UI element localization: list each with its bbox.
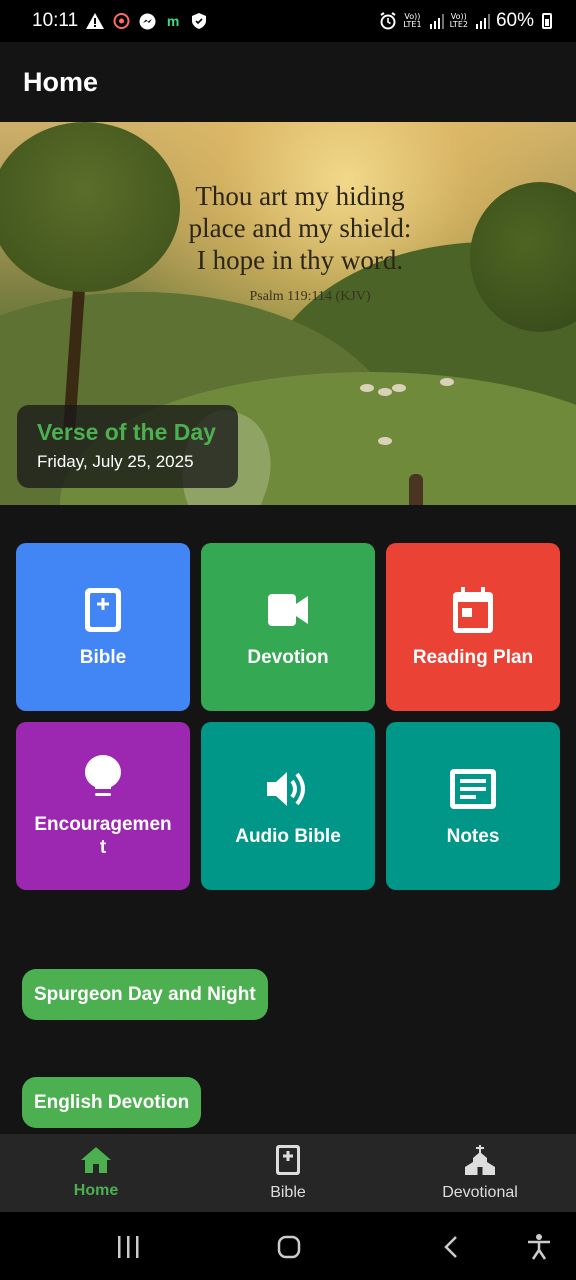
calendar-icon [449,586,497,634]
tile-label: Bible [79,646,127,668]
verse-of-the-day-card: Verse of the Day Friday, July 25, 2025 [17,405,238,488]
church-icon [465,1144,495,1180]
encouragement-tile[interactable]: Encouragement [16,722,190,890]
signal-lte1-icon: Vo)) LTE1 [403,12,422,29]
battery-icon [542,13,552,29]
sheep [440,378,454,386]
votd-date: Friday, July 25, 2025 [37,452,194,471]
tile-label: Encouragement [34,814,172,858]
verse-line: I hope in thy word. [196,245,404,275]
alarm-icon [379,12,397,30]
accessibility-icon[interactable] [526,1234,552,1260]
page-title: Home [23,66,99,97]
devotion-tile[interactable]: Devotion [201,543,375,711]
notes-tile[interactable]: Notes [386,722,560,890]
video-icon [264,586,312,634]
votd-title: Verse of the Day [37,419,216,445]
nav-label: Devotional [442,1183,518,1201]
sheep [392,384,406,392]
nav-item-devotional[interactable]: Devotional [384,1134,576,1212]
verse-of-the-day-banner[interactable]: Thou art my hiding place and my shield: … [0,122,576,505]
verse-text: Thou art my hiding place and my shield: … [150,180,450,276]
app-bar: Home [0,42,576,122]
spurgeon-day-night-button[interactable]: Spurgeon Day and Night [22,969,268,1020]
nav-label: Home [73,1181,119,1199]
sheep [378,388,392,396]
verse-reference: Psalm 119:114 (KJV) [249,289,371,304]
chat-icon [112,12,130,30]
status-time: 10:11 [32,10,79,31]
shepherd-figure [409,474,423,505]
home-button-icon[interactable] [276,1234,302,1260]
status-bar: 10:11 m Vo)) LTE1 Vo)) LTE2 60% [0,0,576,42]
back-icon[interactable] [438,1234,464,1260]
warning-icon [86,12,105,30]
battery-percent: 60% [495,10,534,31]
sheep [378,437,392,445]
shield-icon [190,12,208,30]
bible-icon [79,586,127,634]
feature-grid: Bible Devotion Reading Plan Encouragemen… [16,543,560,890]
notes-icon [449,765,497,813]
verse-line: Thou art my hiding [195,181,405,211]
english-devotion-button[interactable]: English Devotion [22,1077,202,1128]
signal-lte2-icon: Vo)) LTE2 [449,12,468,29]
tile-label: Audio Bible [235,825,341,847]
reading-plan-tile[interactable]: Reading Plan [386,543,560,711]
lightbulb-icon [79,753,127,801]
bible-tile[interactable]: Bible [16,543,190,711]
nav-label: Bible [270,1183,306,1201]
verse-line: place and my shield: [188,213,412,243]
speaker-icon [264,765,312,813]
tile-label: Devotion [247,646,329,668]
system-navigation-bar [0,1212,576,1280]
audio-bible-tile[interactable]: Audio Bible [201,722,375,890]
nav-item-bible[interactable]: Bible [192,1134,384,1212]
home-icon [81,1146,111,1178]
messenger-icon [138,12,156,30]
bible-icon [276,1144,300,1180]
sheep [360,384,374,392]
tile-label: Notes [446,825,500,847]
recent-apps-icon[interactable] [115,1234,141,1260]
bottom-navigation: Home Bible Devotional [0,1134,576,1212]
m-app-icon: m [166,13,180,29]
tile-label: Reading Plan [412,646,534,668]
nav-item-home[interactable]: Home [0,1134,192,1212]
